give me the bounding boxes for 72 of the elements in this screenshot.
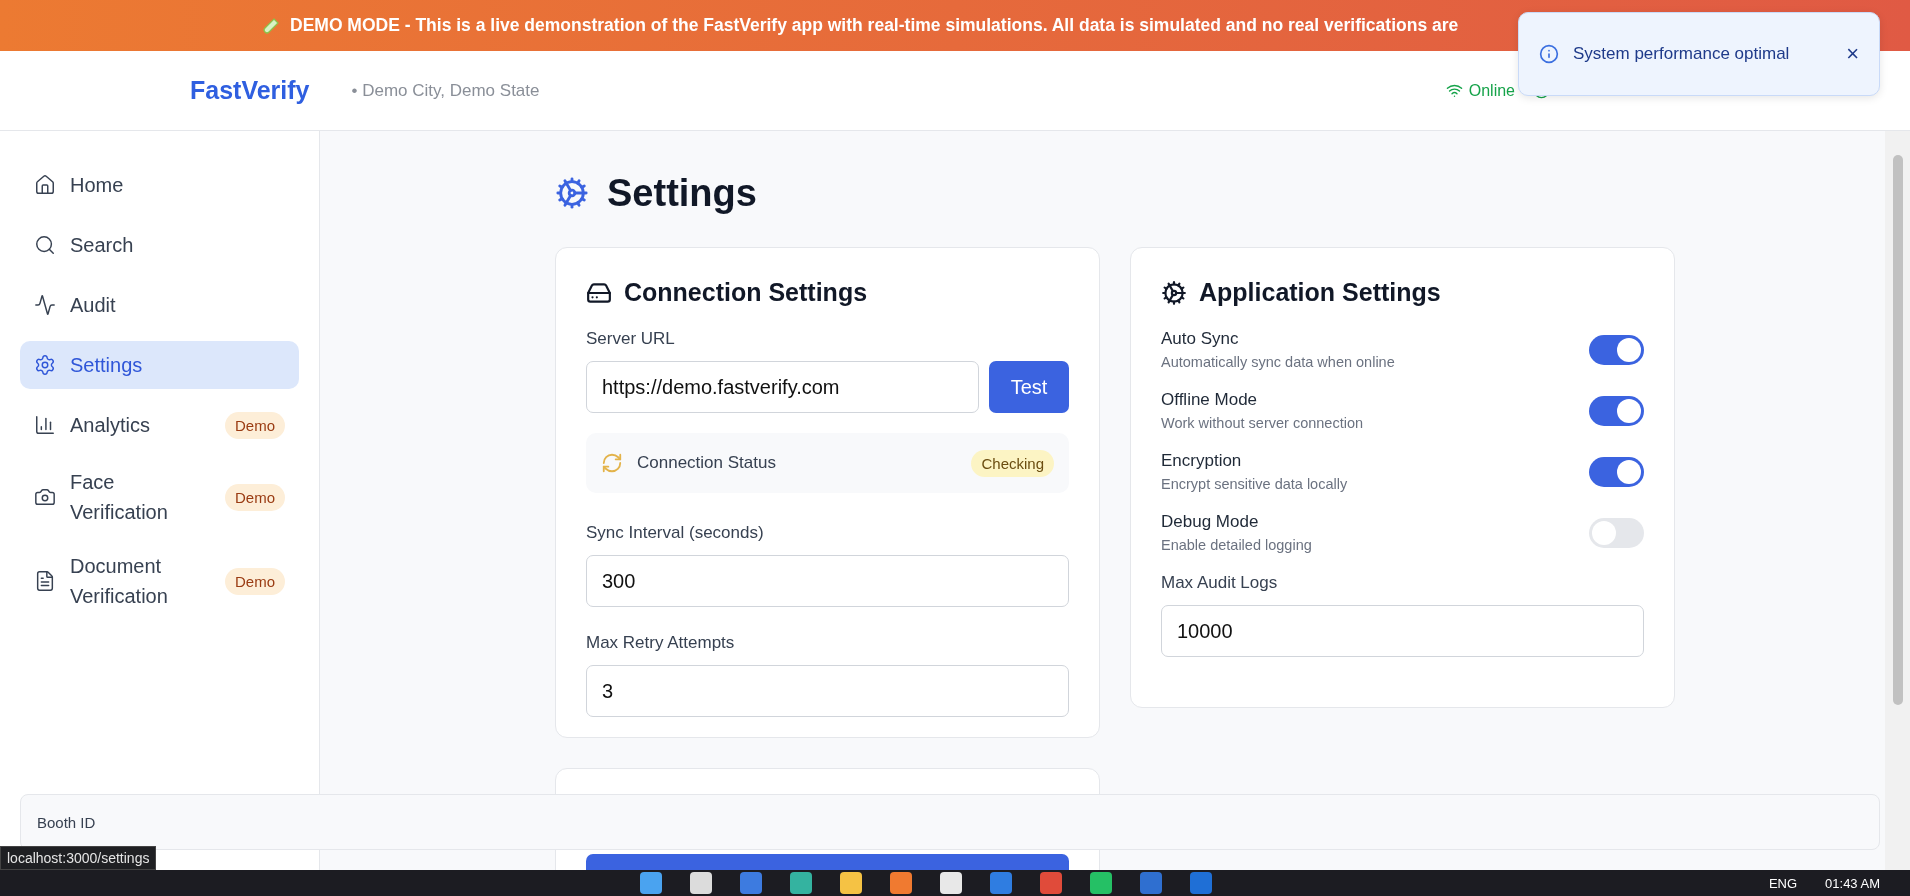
sidebar-item[interactable]: Search <box>20 221 299 269</box>
setting-label: Offline Mode <box>1161 390 1259 410</box>
app-icon[interactable] <box>940 872 962 894</box>
toggle-switch[interactable] <box>1589 456 1644 487</box>
app-icon[interactable] <box>1190 872 1212 894</box>
setting-label: Encryption <box>1161 451 1243 471</box>
number-field[interactable]: 3 <box>586 665 1069 717</box>
test-button[interactable]: Test <box>989 361 1069 413</box>
toast-message: System performance optimal <box>1573 44 1791 64</box>
app-icon[interactable] <box>740 872 762 894</box>
app-icon[interactable] <box>790 872 812 894</box>
info-icon <box>1539 44 1559 64</box>
sidebar-item[interactable]: Analytics Demo <box>20 401 299 449</box>
setting-description: Enable detailed logging <box>1161 537 1313 553</box>
demo-badge: Demo <box>225 411 285 439</box>
card-title: Connection Settings <box>624 278 868 307</box>
close-button[interactable]: × <box>1846 41 1859 67</box>
brand-name: FastVerify <box>190 76 310 105</box>
app-icon[interactable] <box>640 872 662 894</box>
status-label: Connection Status <box>637 453 777 473</box>
home-icon <box>34 174 56 196</box>
booth-label: Booth ID <box>37 813 96 831</box>
pulse-icon <box>34 294 56 316</box>
location-text: • Demo City, Demo State <box>351 80 540 101</box>
demo-badge: Demo <box>225 483 285 511</box>
app-icon[interactable] <box>890 872 912 894</box>
page-title: Settings <box>607 171 757 215</box>
scrollbar[interactable] <box>1885 131 1910 870</box>
setting-description: Work without server connection <box>1161 415 1365 431</box>
status-badge: Checking <box>971 449 1054 477</box>
settings-icon <box>34 354 56 376</box>
language-indicator[interactable]: ENG <box>1768 875 1798 891</box>
sidebar-item[interactable]: Settings <box>20 341 299 389</box>
number-field[interactable]: 10000 <box>1161 605 1644 657</box>
setting-label: Auto Sync <box>1161 329 1240 349</box>
app-icon[interactable] <box>1090 872 1112 894</box>
app-icon[interactable] <box>690 872 712 894</box>
cog-icon <box>1161 279 1187 306</box>
link-preview: localhost:3000/settings <box>0 846 157 870</box>
number-field[interactable]: 300 <box>586 555 1069 607</box>
taskbar-clock[interactable]: 01:43 AM <box>1825 875 1880 891</box>
wifi-icon <box>1445 82 1463 99</box>
camera-icon <box>34 486 56 508</box>
field-label: Sync Interval (seconds) <box>586 523 765 543</box>
demo-badge: Demo <box>225 567 285 595</box>
app-icon[interactable] <box>1040 872 1062 894</box>
setting-description: Encrypt sensitive data locally <box>1161 476 1349 492</box>
field-label: Max Retry Attempts <box>586 633 736 653</box>
refresh-icon <box>601 452 623 474</box>
app-icon[interactable] <box>1140 872 1162 894</box>
setting-label: Debug Mode <box>1161 512 1260 532</box>
banner-text: DEMO MODE - This is a live demonstration of the FastVerify app with real-time simulations. All data is simulated and no real verifications are <box>290 15 1459 36</box>
document-icon <box>34 570 56 592</box>
app-icon[interactable] <box>990 872 1012 894</box>
settings-icon <box>555 176 589 210</box>
toggle-switch[interactable] <box>1589 517 1644 548</box>
card-title: Application Settings <box>1199 278 1441 307</box>
server-url-field[interactable]: https://demo.fastverify.com <box>586 361 979 413</box>
sidebar-item[interactable]: Home <box>20 161 299 209</box>
online-status: Online <box>1468 81 1515 100</box>
app-icon[interactable] <box>840 872 862 894</box>
sidebar-item[interactable]: Document Verification Demo <box>20 545 299 617</box>
setting-description: Automatically sync data when online <box>1161 354 1396 370</box>
field-label: Server URL <box>586 329 676 349</box>
sidebar-item[interactable]: Audit <box>20 281 299 329</box>
field-label: Max Audit Logs <box>1161 573 1279 593</box>
test-tube-icon <box>262 16 280 35</box>
bar-chart-icon <box>34 414 56 436</box>
toggle-switch[interactable] <box>1589 334 1644 365</box>
search-icon <box>34 234 56 256</box>
sidebar-item[interactable]: Face Verification Demo <box>20 461 299 533</box>
toggle-switch[interactable] <box>1589 395 1644 426</box>
